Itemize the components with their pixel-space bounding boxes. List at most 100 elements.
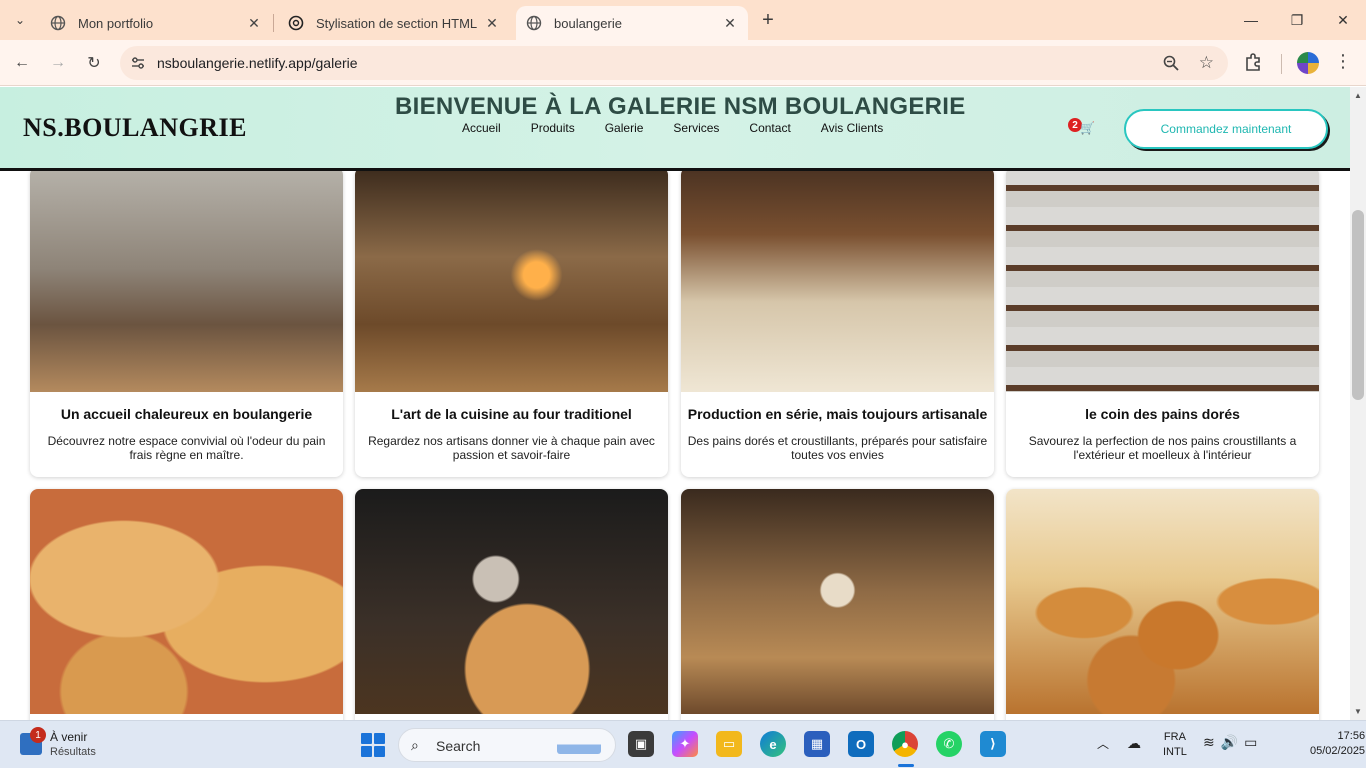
search-placeholder: Search (436, 738, 481, 754)
widgets-button[interactable]: 1 À venir Résultats (20, 727, 130, 761)
outlook-icon[interactable]: O (848, 731, 874, 757)
task-view-icon[interactable]: ▣ (628, 731, 654, 757)
gallery-card[interactable]: le coin des pains dorés Savourez la perf… (1006, 167, 1319, 477)
nav-link-galerie[interactable]: Galerie (605, 121, 644, 135)
restore-button[interactable]: ❐ (1274, 0, 1320, 40)
bakery-interior-photo (30, 167, 343, 392)
url-text[interactable]: nsboulangerie.netlify.app/galerie (157, 55, 358, 71)
bread-production-photo (681, 167, 994, 392)
nav-link-produits[interactable]: Produits (531, 121, 575, 135)
wifi-volume-battery-icons[interactable]: ≋🔊▭ (1203, 734, 1263, 751)
profile-avatar[interactable] (1297, 52, 1319, 74)
back-arrow-icon[interactable]: ← (10, 51, 34, 75)
browser-tab-bar: ⌄ Mon portfolio ✕ Stylisation de section… (0, 0, 1366, 40)
card-title: Un accueil chaleureux en boulangerie (60, 406, 313, 422)
gallery-card[interactable] (30, 489, 343, 720)
gallery-card[interactable]: Un accueil chaleureux en boulangerie Déc… (30, 167, 343, 477)
nav-link-accueil[interactable]: Accueil (462, 121, 501, 135)
baker-at-work-photo (355, 489, 668, 714)
card-description: Savourez la perfection de nos pains crou… (1028, 434, 1297, 462)
close-icon[interactable]: ✕ (484, 15, 500, 31)
whatsapp-icon[interactable]: ✆ (936, 731, 962, 757)
cart-icon: 🛒 (1080, 121, 1095, 135)
globe-icon (50, 15, 66, 31)
menu-dots-icon[interactable]: ⋮ (1334, 51, 1352, 72)
store-icon[interactable]: ▦ (804, 731, 830, 757)
widget-subtitle: Résultats (50, 746, 96, 758)
active-app-indicator (898, 764, 914, 767)
clock-time: 17:56 (1337, 730, 1366, 742)
bookmark-star-icon[interactable]: ☆ (1199, 53, 1214, 73)
order-now-button[interactable]: Commandez maintenant (1124, 109, 1328, 149)
file-explorer-icon[interactable]: ▭ (716, 731, 742, 757)
chatgpt-icon (288, 15, 304, 31)
card-description: Découvrez notre espace convivial où l'od… (47, 434, 326, 462)
tab-boulangerie[interactable]: boulangerie ✕ (516, 6, 748, 40)
browser-toolbar: ← → ↻ nsboulangerie.netlify.app/galerie … (0, 40, 1366, 86)
page-scrollbar[interactable]: ▲ ▼ (1350, 87, 1366, 720)
scroll-up-icon[interactable]: ▲ (1354, 91, 1362, 100)
taskbar-search[interactable]: ⌕ Search (398, 728, 616, 762)
tab-title: Mon portfolio (78, 15, 154, 31)
page-title: BIENVENUE À LA GALERIE NSM BOULANGERIE (395, 93, 966, 120)
artisan-boulangerie-photo (681, 489, 994, 714)
tab-stylisation[interactable]: Stylisation de section HTML ✕ (278, 6, 510, 40)
close-icon[interactable]: ✕ (246, 15, 262, 31)
chevron-up-icon[interactable]: ︿ (1097, 735, 1109, 752)
search-icon: ⌕ (411, 737, 419, 753)
viennoiseries-photo (1006, 489, 1319, 714)
widget-title: À venir (50, 730, 88, 744)
taskbar: 1 À venir Résultats ⌕ Search ▣ ✦ ▭ e ▦ O… (0, 720, 1366, 768)
reload-icon[interactable]: ↻ (82, 51, 106, 75)
zoom-icon[interactable] (1162, 54, 1180, 77)
gallery-card[interactable] (355, 489, 668, 720)
lang-line2: INTL (1163, 746, 1187, 758)
notification-badge: 1 (30, 727, 46, 743)
lang-line1: FRA (1163, 731, 1186, 743)
card-title: L'art de la cuisine au four traditionel (391, 406, 632, 422)
clock[interactable]: 17:56 05/02/2025 (1310, 729, 1365, 759)
card-description: Regardez nos artisans donner vie à chaqu… (368, 434, 655, 462)
edge-icon[interactable]: e (760, 731, 786, 757)
gallery-card[interactable]: L'art de la cuisine au four traditionel … (355, 167, 668, 477)
input-language[interactable]: FRA INTL (1163, 730, 1187, 760)
globe-icon (526, 15, 542, 31)
minimize-button[interactable]: — (1228, 0, 1274, 40)
cart-button[interactable]: 2 🛒 (1067, 117, 1095, 135)
copilot-icon[interactable]: ✦ (672, 731, 698, 757)
site-logo[interactable]: NS.BOULANGRIE (23, 113, 247, 143)
clock-date: 05/02/2025 (1310, 745, 1366, 757)
vscode-icon[interactable]: ⟩ (980, 731, 1006, 757)
nav-link-services[interactable]: Services (673, 121, 719, 135)
tab-search-button[interactable]: ⌄ (8, 8, 32, 32)
search-highlight-icon (557, 738, 601, 754)
new-tab-button[interactable]: + (758, 10, 778, 30)
scrollbar-thumb[interactable] (1352, 210, 1364, 400)
chrome-icon[interactable]: ● (892, 731, 918, 757)
tab-title: Stylisation de section HTML (316, 15, 478, 31)
address-bar[interactable]: nsboulangerie.netlify.app/galerie ☆ (120, 46, 1228, 80)
tab-separator (273, 14, 274, 32)
site-info-icon[interactable] (130, 55, 146, 71)
gallery-card[interactable] (1006, 489, 1319, 720)
onedrive-icon[interactable]: ☁ (1127, 735, 1141, 752)
gallery-card[interactable]: Production en série, mais toujours artis… (681, 167, 994, 477)
forward-arrow-icon[interactable]: → (46, 51, 70, 75)
pastry-racks-photo (1006, 167, 1319, 392)
nav-link-avis-clients[interactable]: Avis Clients (821, 121, 883, 135)
baguettes-photo (30, 489, 343, 714)
scroll-down-icon[interactable]: ▼ (1354, 707, 1362, 716)
tab-mon-portfolio[interactable]: Mon portfolio ✕ (40, 6, 272, 40)
gallery-card[interactable] (681, 489, 994, 720)
nav-link-contact[interactable]: Contact (749, 121, 790, 135)
extensions-icon[interactable] (1243, 52, 1263, 77)
tab-title: boulangerie (554, 15, 622, 31)
card-description: Des pains dorés et croustillants, prépar… (687, 434, 988, 462)
site-header: NS.BOULANGRIE BIENVENUE À LA GALERIE NSM… (0, 87, 1350, 171)
card-title: Production en série, mais toujours artis… (687, 406, 988, 422)
windows-start-icon[interactable] (361, 733, 385, 757)
close-window-button[interactable]: ✕ (1320, 0, 1366, 40)
baker-oven-photo (355, 167, 668, 392)
card-title: le coin des pains dorés (1085, 406, 1240, 422)
close-icon[interactable]: ✕ (722, 15, 738, 31)
